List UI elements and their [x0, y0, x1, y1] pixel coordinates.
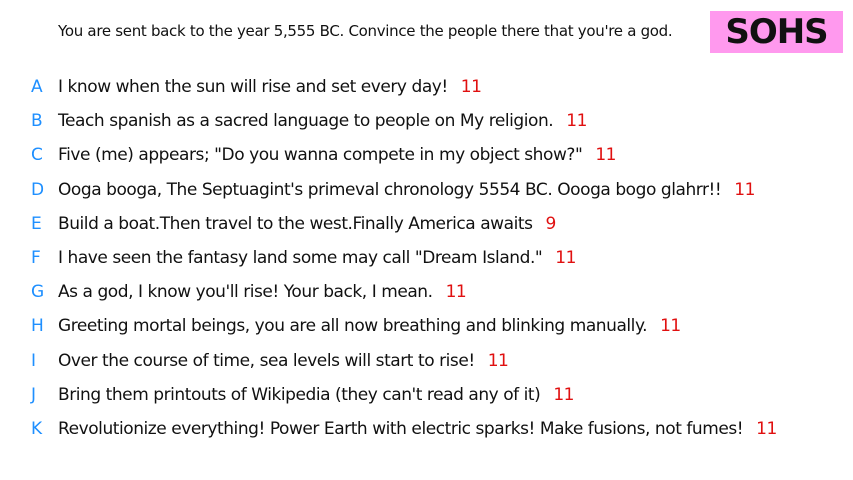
- answer-row: E Build a boat.Then travel to the west.F…: [0, 207, 853, 241]
- answer-score: 11: [566, 111, 587, 132]
- answer-row: J Bring them printouts of Wikipedia (the…: [0, 378, 853, 412]
- answer-content: Ooga booga, The Septuagint's primeval ch…: [58, 180, 755, 200]
- answer-content: Teach spanish as a sacred language to pe…: [58, 111, 587, 131]
- answer-letter: H: [31, 316, 44, 337]
- answer-letter: I: [31, 350, 36, 371]
- answer-score: 11: [555, 248, 576, 269]
- answer-score: 11: [756, 418, 777, 439]
- answer-text: I know when the sun will rise and set ev…: [58, 77, 448, 98]
- answer-row: I Over the course of time, sea levels wi…: [0, 344, 853, 378]
- answer-text: Ooga booga, The Septuagint's primeval ch…: [58, 179, 722, 200]
- answer-row: A I know when the sun will rise and set …: [0, 70, 853, 104]
- answer-content: Bring them printouts of Wikipedia (they …: [58, 385, 574, 405]
- answer-letter: J: [31, 384, 36, 405]
- answer-content: Over the course of time, sea levels will…: [58, 350, 509, 371]
- answer-text: Build a boat.Then travel to the west.Fin…: [58, 213, 533, 234]
- answer-row: D Ooga booga, The Septuagint's primeval …: [0, 173, 853, 207]
- answer-content: I know when the sun will rise and set ev…: [58, 77, 482, 98]
- answer-score: 11: [460, 77, 482, 98]
- team-badge: SOHS: [710, 11, 843, 53]
- answer-content: Build a boat.Then travel to the west.Fin…: [58, 214, 556, 234]
- answer-text: Five (me) appears; "Do you wanna compete…: [58, 145, 583, 166]
- answer-text: Bring them printouts of Wikipedia (they …: [58, 384, 541, 405]
- answer-score: 11: [487, 350, 509, 371]
- answer-letter: K: [31, 418, 42, 439]
- answer-score: 11: [595, 145, 616, 166]
- answer-list: A I know when the sun will rise and set …: [0, 70, 853, 446]
- answer-text: Greeting mortal beings, you are all now …: [58, 316, 648, 337]
- answer-score: 11: [660, 316, 681, 337]
- answer-letter: A: [31, 77, 43, 98]
- answer-letter: B: [31, 111, 43, 132]
- answer-content: Five (me) appears; "Do you wanna compete…: [58, 145, 616, 165]
- answer-content: Greeting mortal beings, you are all now …: [58, 316, 681, 336]
- answer-content: I have seen the fantasy land some may ca…: [58, 248, 576, 268]
- answer-text: Over the course of time, sea levels will…: [58, 350, 475, 371]
- answer-row: F I have seen the fantasy land some may …: [0, 241, 853, 275]
- answer-text: As a god, I know you'll rise! Your back,…: [58, 282, 433, 303]
- answer-score: 9: [545, 213, 557, 234]
- answer-row: H Greeting mortal beings, you are all no…: [0, 309, 853, 343]
- answer-row: G As a god, I know you'll rise! Your bac…: [0, 275, 853, 309]
- answer-row: C Five (me) appears; "Do you wanna compe…: [0, 138, 853, 172]
- answer-letter: E: [31, 213, 42, 234]
- answer-text: Teach spanish as a sacred language to pe…: [58, 111, 554, 132]
- prompt-text: You are sent back to the year 5,555 BC. …: [58, 22, 673, 40]
- answer-text: Revolutionize everything! Power Earth wi…: [58, 418, 744, 439]
- answer-letter: F: [31, 248, 41, 269]
- answer-score: 11: [734, 179, 755, 200]
- answer-score: 11: [445, 282, 467, 303]
- answer-score: 11: [553, 384, 574, 405]
- answer-letter: G: [31, 282, 44, 303]
- answer-row: B Teach spanish as a sacred language to …: [0, 104, 853, 138]
- answer-letter: D: [31, 179, 44, 200]
- answer-row: K Revolutionize everything! Power Earth …: [0, 412, 853, 446]
- answer-content: Revolutionize everything! Power Earth wi…: [58, 419, 777, 439]
- answer-letter: C: [31, 145, 43, 166]
- team-badge-label: SOHS: [725, 12, 828, 52]
- answer-content: As a god, I know you'll rise! Your back,…: [58, 282, 467, 303]
- answer-text: I have seen the fantasy land some may ca…: [58, 248, 543, 269]
